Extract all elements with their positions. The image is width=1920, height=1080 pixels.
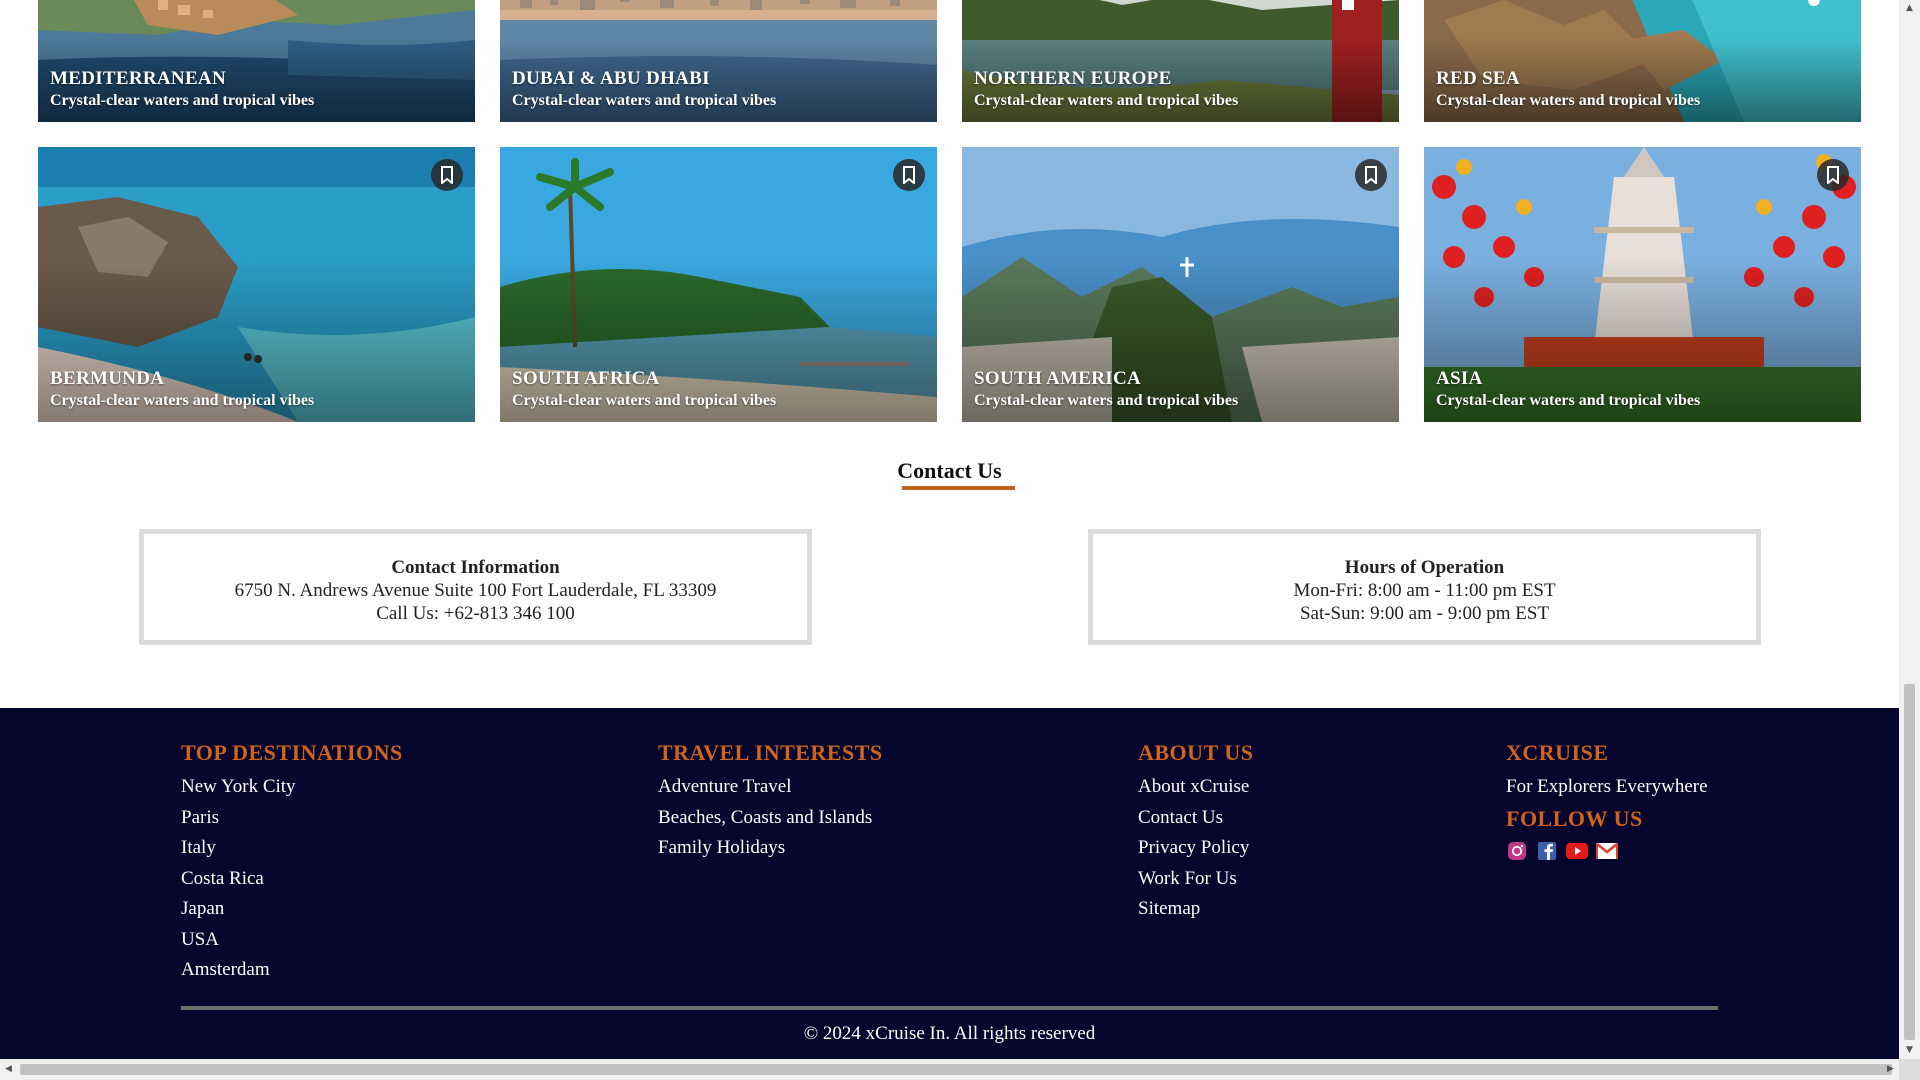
- follow-us-heading: FOLLOW US: [1506, 806, 1643, 831]
- destination-subtitle: Crystal-clear waters and tropical vibes: [50, 392, 315, 409]
- footer-heading: TOP DESTINATIONS: [181, 740, 403, 765]
- destination-card-asia[interactable]: ASIA Crystal-clear waters and tropical v…: [1424, 147, 1861, 422]
- bookmark-button[interactable]: [431, 159, 463, 191]
- scroll-left-arrow-icon[interactable]: ◀: [0, 1059, 17, 1080]
- footer-col-about-us: ABOUT US About xCruise Contact Us Privac…: [1138, 740, 1253, 925]
- scroll-up-arrow-icon[interactable]: ▲: [1899, 0, 1920, 17]
- destination-subtitle: Crystal-clear waters and tropical vibes: [512, 392, 777, 409]
- scroll-down-arrow-icon[interactable]: ▼: [1899, 1042, 1920, 1059]
- footer-heading: XCRUISE: [1506, 740, 1609, 765]
- footer-link-contact-us[interactable]: Contact Us: [1138, 803, 1253, 834]
- footer-link-usa[interactable]: USA: [181, 925, 403, 956]
- brand-tagline: For Explorers Everywhere: [1506, 776, 1708, 797]
- hours-box: Hours of Operation Mon-Fri: 8:00 am - 11…: [1088, 529, 1761, 645]
- bookmark-icon: [1365, 166, 1377, 184]
- footer-link-family-holidays[interactable]: Family Holidays: [658, 833, 883, 864]
- footer-divider: [181, 1006, 1718, 1010]
- destination-title: RED SEA: [1436, 68, 1520, 89]
- destination-title: DUBAI & ABU DHABI: [512, 68, 710, 89]
- footer-link-sitemap[interactable]: Sitemap: [1138, 894, 1253, 925]
- instagram-icon[interactable]: [1506, 840, 1528, 862]
- email-icon[interactable]: [1596, 840, 1618, 862]
- youtube-icon[interactable]: [1566, 840, 1588, 862]
- weekday-hours: Mon-Fri: 8:00 am - 11:00 pm EST: [1293, 580, 1556, 601]
- destination-title: ASIA: [1436, 368, 1483, 389]
- footer-link-privacy-policy[interactable]: Privacy Policy: [1138, 833, 1253, 864]
- footer-link-paris[interactable]: Paris: [181, 803, 403, 834]
- contact-info-heading: Contact Information: [391, 557, 560, 578]
- destination-subtitle: Crystal-clear waters and tropical vibes: [974, 392, 1239, 409]
- footer-heading: TRAVEL INTERESTS: [658, 740, 883, 765]
- bookmark-button[interactable]: [1355, 159, 1387, 191]
- destinations-grid-row-2: BERMUNDA Crystal-clear waters and tropic…: [38, 147, 1863, 422]
- destination-card-red-sea[interactable]: RED SEA Crystal-clear waters and tropica…: [1424, 0, 1861, 122]
- destination-subtitle: Crystal-clear waters and tropical vibes: [512, 92, 777, 109]
- bookmark-icon: [441, 166, 453, 184]
- destinations-grid-row-1: MEDITERRANEAN Crystal-clear waters and t…: [38, 0, 1863, 122]
- destination-title: SOUTH AMERICA: [974, 368, 1142, 389]
- destination-card-northern-europe[interactable]: NORTHERN EUROPE Crystal-clear waters and…: [962, 0, 1399, 122]
- footer-link-new-york-city[interactable]: New York City: [181, 772, 403, 803]
- destination-card-south-africa[interactable]: SOUTH AFRICA Crystal-clear waters and tr…: [500, 147, 937, 422]
- footer-col-brand: XCRUISE For Explorers Everywhere FOLLOW …: [1506, 740, 1708, 862]
- destination-title: MEDITERRANEAN: [50, 68, 226, 89]
- bookmark-icon: [903, 166, 915, 184]
- social-links: [1506, 840, 1708, 862]
- destination-card-bermunda[interactable]: BERMUNDA Crystal-clear waters and tropic…: [38, 147, 475, 422]
- contact-info-box: Contact Information 6750 N. Andrews Aven…: [139, 529, 812, 645]
- destination-card-mediterranean[interactable]: MEDITERRANEAN Crystal-clear waters and t…: [38, 0, 475, 122]
- title-underline: [902, 486, 1015, 490]
- horizontal-scrollbar[interactable]: ◀ ▶: [0, 1059, 1899, 1080]
- facebook-icon[interactable]: [1536, 840, 1558, 862]
- footer-link-costa-rica[interactable]: Costa Rica: [181, 864, 403, 895]
- footer-link-adventure-travel[interactable]: Adventure Travel: [658, 772, 883, 803]
- footer-link-japan[interactable]: Japan: [181, 894, 403, 925]
- destination-card-south-america[interactable]: SOUTH AMERICA Crystal-clear waters and t…: [962, 147, 1399, 422]
- contact-address: 6750 N. Andrews Avenue Suite 100 Fort La…: [234, 580, 717, 601]
- footer-link-amsterdam[interactable]: Amsterdam: [181, 955, 403, 986]
- destination-subtitle: Crystal-clear waters and tropical vibes: [1436, 92, 1701, 109]
- footer-link-beaches[interactable]: Beaches, Coasts and Islands: [658, 803, 883, 834]
- destination-title: SOUTH AFRICA: [512, 368, 660, 389]
- bookmark-button[interactable]: [1817, 159, 1849, 191]
- footer-heading: ABOUT US: [1138, 740, 1254, 765]
- weekend-hours: Sat-Sun: 9:00 am - 9:00 pm EST: [1299, 603, 1550, 624]
- footer-col-travel-interests: TRAVEL INTERESTS Adventure Travel Beache…: [658, 740, 883, 864]
- scroll-right-arrow-icon[interactable]: ▶: [1882, 1059, 1899, 1080]
- destination-subtitle: Crystal-clear waters and tropical vibes: [1436, 392, 1701, 409]
- contact-section-title: Contact Us: [897, 458, 1002, 483]
- destination-subtitle: Crystal-clear waters and tropical vibes: [974, 92, 1239, 109]
- contact-phone: Call Us: +62-813 346 100: [376, 603, 575, 624]
- footer-link-italy[interactable]: Italy: [181, 833, 403, 864]
- site-footer: TOP DESTINATIONS New York City Paris Ita…: [0, 708, 1899, 1059]
- copyright-text: © 2024 xCruise In. All rights reserved: [803, 1023, 1096, 1044]
- scrollbar-corner: [1899, 1059, 1920, 1080]
- horizontal-scroll-thumb[interactable]: [20, 1064, 1892, 1075]
- vertical-scrollbar[interactable]: ▲ ▼: [1899, 0, 1920, 1059]
- footer-col-top-destinations: TOP DESTINATIONS New York City Paris Ita…: [181, 740, 403, 986]
- hours-heading: Hours of Operation: [1344, 557, 1505, 578]
- page-viewport: MEDITERRANEAN Crystal-clear waters and t…: [0, 0, 1899, 1059]
- vertical-scroll-thumb[interactable]: [1904, 684, 1915, 1040]
- bookmark-button[interactable]: [893, 159, 925, 191]
- destination-title: NORTHERN EUROPE: [974, 68, 1172, 89]
- destination-title: BERMUNDA: [50, 368, 165, 389]
- destination-card-dubai[interactable]: DUBAI & ABU DHABI Crystal-clear waters a…: [500, 0, 937, 122]
- footer-link-work-for-us[interactable]: Work For Us: [1138, 864, 1253, 895]
- bookmark-icon: [1827, 166, 1839, 184]
- footer-link-about-xcruise[interactable]: About xCruise: [1138, 772, 1253, 803]
- destination-subtitle: Crystal-clear waters and tropical vibes: [50, 92, 315, 109]
